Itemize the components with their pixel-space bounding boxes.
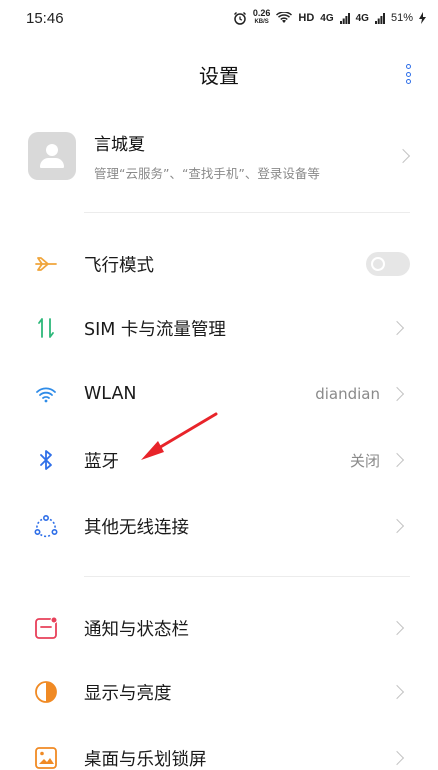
setting-label: 显示与亮度	[84, 683, 172, 704]
chevron-right-icon	[389, 750, 405, 766]
airplane-mode-toggle[interactable]	[366, 252, 410, 276]
setting-label: 桌面与乐划锁屏	[84, 749, 207, 770]
status-bar: 15:46 0.26 KB/S HD 4G 4G 51%	[0, 0, 438, 36]
signal-2: 4G	[355, 12, 369, 24]
signal-bars-icon	[339, 12, 350, 24]
alarm-icon	[233, 12, 246, 25]
chevron-right-icon	[389, 386, 405, 402]
net-speed-unit: KB/S	[254, 19, 269, 25]
wireless-connect-icon	[33, 513, 59, 539]
setting-wlan[interactable]: WLAN diandian	[0, 362, 438, 426]
chevron-right-icon	[389, 452, 405, 468]
bluetooth-icon	[33, 447, 59, 473]
setting-label: 通知与状态栏	[84, 619, 189, 640]
page-title: 设置	[199, 63, 239, 88]
desktop-icon	[33, 745, 59, 770]
more-options-icon[interactable]	[402, 62, 414, 86]
setting-airplane-mode[interactable]: 飞行模式	[0, 232, 438, 296]
setting-label: WLAN	[84, 384, 137, 404]
account-row[interactable]: 言城夏 管理“云服务”、“查找手机”、登录设备等	[28, 126, 414, 186]
avatar	[28, 132, 76, 180]
notification-icon	[33, 615, 59, 641]
setting-desktop[interactable]: 桌面与乐划锁屏	[0, 726, 438, 770]
status-icons: 0.26 KB/S HD 4G 4G 51%	[233, 9, 426, 27]
chevron-right-icon	[395, 148, 411, 164]
signal-bars-icon	[374, 12, 385, 24]
charging-icon	[419, 12, 426, 24]
wifi-icon	[33, 381, 59, 407]
chevron-right-icon	[389, 320, 405, 336]
signal-1: 4G	[320, 12, 334, 24]
hd-badge: HD	[298, 12, 315, 24]
divider	[84, 212, 410, 213]
airplane-icon	[33, 251, 59, 277]
chevron-right-icon	[389, 620, 405, 636]
chevron-right-icon	[389, 684, 405, 700]
divider	[84, 576, 410, 577]
account-description: 管理“云服务”、“查找手机”、登录设备等	[94, 166, 320, 181]
net-speed: 0.26 KB/S	[253, 9, 271, 27]
setting-display[interactable]: 显示与亮度	[0, 660, 438, 724]
chevron-right-icon	[389, 518, 405, 534]
setting-notification[interactable]: 通知与状态栏	[0, 596, 438, 660]
setting-label: 蓝牙	[84, 451, 119, 472]
setting-bluetooth[interactable]: 蓝牙 关闭	[0, 428, 438, 492]
status-time: 15:46	[26, 9, 64, 27]
setting-value: 关闭	[349, 451, 380, 470]
wifi-status-icon	[276, 12, 293, 23]
setting-label: 飞行模式	[84, 255, 154, 276]
setting-value: diandian	[315, 385, 380, 403]
battery-percent: 51%	[390, 12, 413, 24]
setting-label: SIM 卡与流量管理	[84, 319, 226, 340]
setting-label: 其他无线连接	[84, 517, 189, 538]
sim-arrows-icon	[33, 315, 59, 341]
setting-sim[interactable]: SIM 卡与流量管理	[0, 296, 438, 360]
setting-other-wireless[interactable]: 其他无线连接	[0, 494, 438, 558]
account-name: 言城夏	[94, 135, 145, 155]
net-speed-value: 0.26	[252, 8, 271, 18]
title-bar: 设置	[0, 48, 438, 100]
brightness-icon	[33, 679, 59, 705]
